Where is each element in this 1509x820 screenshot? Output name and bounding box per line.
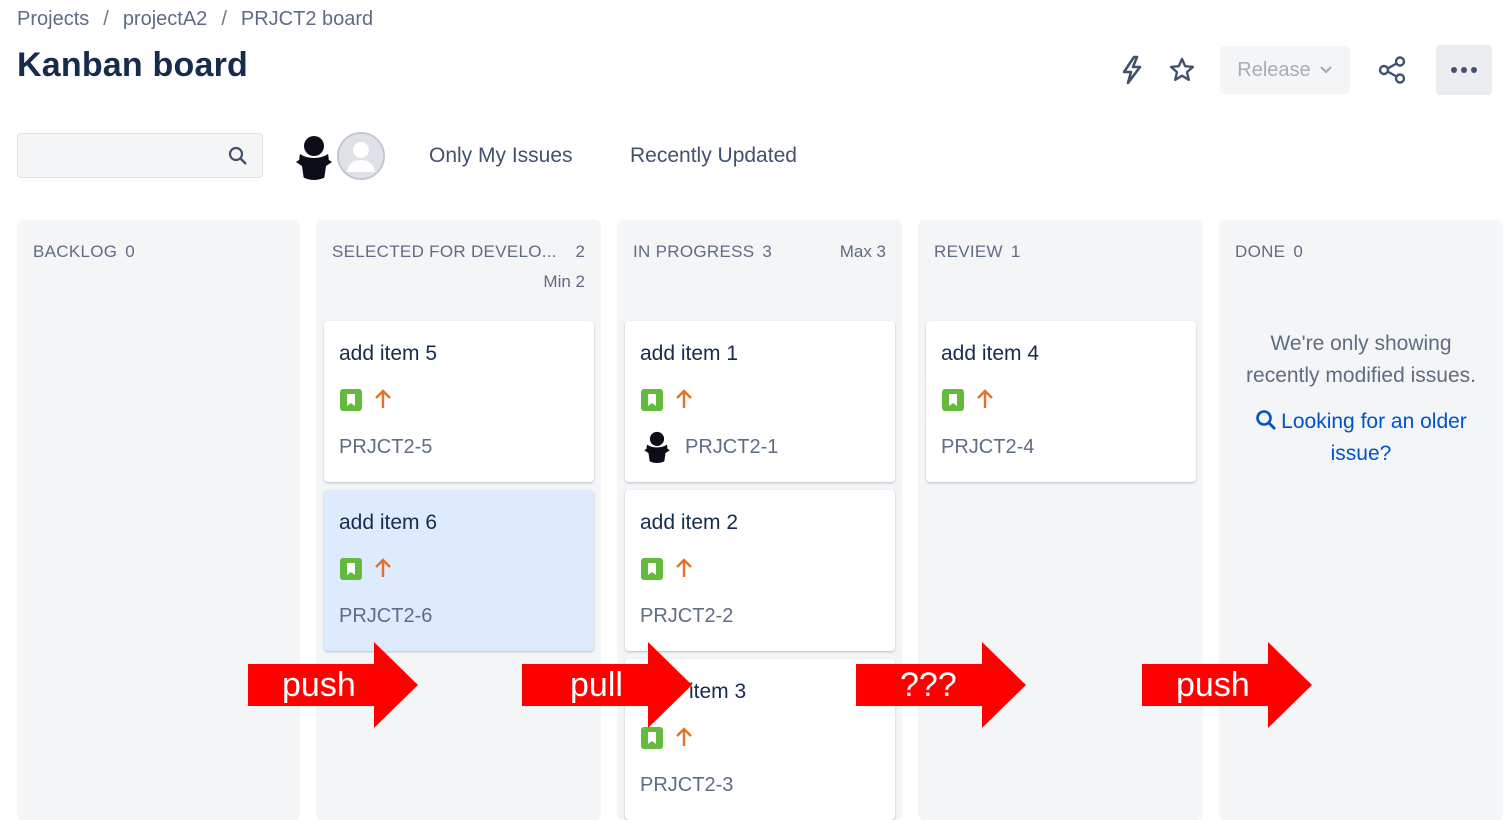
search-icon [1256,410,1277,430]
breadcrumb-project[interactable]: projectA2 [123,8,208,31]
done-info-line: We're only showing [1270,332,1452,355]
breadcrumb-board[interactable]: PRJCT2 board [241,8,373,31]
overlay-arrow-pull: pull [522,642,692,728]
story-icon [641,389,663,411]
share-button[interactable] [1372,50,1412,90]
priority-high-icon [676,558,692,577]
column-count: 0 [125,242,136,261]
default-avatar-icon [339,134,383,178]
search-input[interactable] [18,134,242,177]
filter-only-my-issues[interactable]: Only My Issues [429,144,573,168]
card-summary: add item 6 [339,511,438,534]
column-count: 0 [1293,242,1304,261]
story-icon [340,558,362,580]
column-title: SELECTED FOR DEVELO... [332,242,557,261]
done-info-message: We're only showing recently modified iss… [1219,328,1503,392]
column-header: DONE 0 [1235,242,1303,262]
chevron-down-icon [1319,66,1332,74]
column-header: BACKLOG 0 [33,242,135,262]
card-summary: add item 5 [339,342,438,365]
issue-card[interactable]: add item 5 PRJCT2-5 [324,321,594,482]
share-icon [1378,56,1406,84]
page-title: Kanban board [17,46,248,84]
card-summary: item 3 [689,680,747,703]
column-in-progress: IN PROGRESS 3 Max 3 add item 1 PRJCT2-1 a… [617,220,902,820]
column-constraint: Max 3 [839,242,886,261]
overlay-arrow-push: push [248,642,418,728]
column-backlog: BACKLOG 0 [17,220,300,820]
column-count: 3 [762,242,773,261]
issue-card[interactable]: add item 6 PRJCT2-6 [324,490,594,651]
column-title: REVIEW [934,242,1003,261]
overlay-arrow-unknown: ??? [856,642,1026,728]
arrow-label: push [1176,666,1250,704]
issue-card[interactable]: add item 2 PRJCT2-2 [625,490,895,651]
issue-card[interactable]: add item 4 PRJCT2-4 [926,321,1196,482]
filter-recently-updated[interactable]: Recently Updated [630,144,797,168]
automation-button[interactable] [1112,50,1152,90]
story-icon [641,727,663,749]
story-icon [942,389,964,411]
card-key: PRJCT2-1 [685,436,779,458]
assignee-avatar [640,429,674,463]
older-issues-link[interactable]: Looking for an older issue? [1219,406,1503,470]
priority-high-icon [977,389,993,408]
release-label: Release [1237,58,1311,81]
column-count: 1 [1010,242,1021,261]
column-review: REVIEW 1 add item 4 PRJCT2-4 [918,220,1203,820]
done-info-line: recently modified issues. [1246,364,1476,387]
column-count: 2 [575,242,585,261]
card-summary: add item 4 [941,342,1040,365]
priority-high-icon [676,727,692,746]
breadcrumb-separator: / [103,8,109,30]
card-key: PRJCT2-6 [339,605,433,627]
story-icon [641,558,663,580]
more-icon [1451,67,1477,73]
story-icon [340,389,362,411]
column-title: DONE [1235,242,1286,261]
card-key: PRJCT2-5 [339,436,433,458]
column-title: IN PROGRESS [633,242,755,261]
priority-high-icon [375,389,391,408]
issue-card[interactable]: add item 1 PRJCT2-1 [625,321,895,482]
older-issues-link-line: issue? [1330,442,1392,465]
column-header: REVIEW 1 [934,242,1021,262]
star-icon [1169,57,1195,81]
lightning-icon [1122,55,1142,85]
release-button[interactable]: Release [1220,46,1350,94]
card-summary: add item 2 [640,511,739,534]
priority-high-icon [375,558,391,577]
star-button[interactable] [1162,50,1202,90]
overlay-arrow-push: push [1142,642,1312,728]
column-title: BACKLOG [33,242,118,261]
avatar-user[interactable] [290,132,338,180]
arrow-label: ??? [900,666,957,704]
avatar-unassigned[interactable] [337,132,385,180]
column-done: DONE 0 We're only showing recently modifi… [1219,220,1503,820]
older-issues-link-text: Looking for an older [1281,410,1467,433]
column-constraint: Min 2 [543,272,585,291]
column-selected-for-development: SELECTED FOR DEVELO... 2 Min 2 add item … [316,220,601,820]
card-key: PRJCT2-3 [640,774,734,796]
search-box [17,133,263,178]
arrow-label: pull [570,666,623,704]
column-header: SELECTED FOR DEVELO... [332,242,557,262]
more-button[interactable] [1436,45,1492,95]
breadcrumb-projects[interactable]: Projects [17,8,89,31]
column-header: IN PROGRESS 3 [633,242,772,262]
breadcrumb-separator: / [221,8,227,30]
breadcrumb: Projects / projectA2 / PRJCT2 board [17,8,373,31]
arrow-label: push [282,666,356,704]
card-key: PRJCT2-4 [941,436,1035,458]
search-icon [228,146,247,165]
user-avatar-icon [296,136,332,180]
card-key: PRJCT2-2 [640,605,734,627]
older-issues-link-line: Looking for an older [1219,406,1503,438]
priority-high-icon [676,389,692,408]
card-summary: add item 1 [640,342,739,365]
